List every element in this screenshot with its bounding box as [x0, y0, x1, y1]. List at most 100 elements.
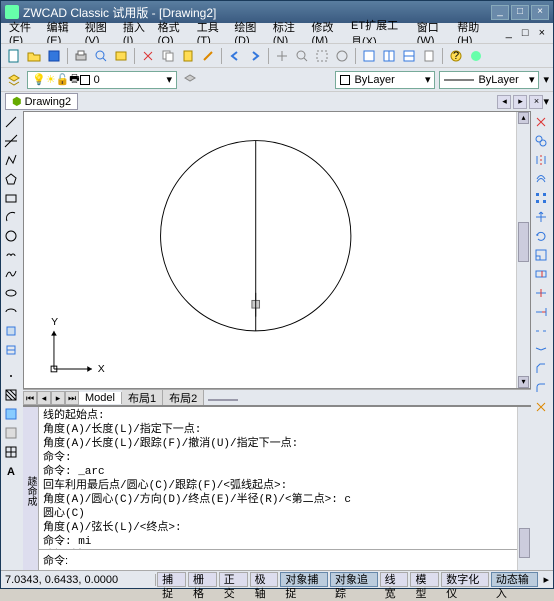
- status-dyn[interactable]: 动态输入: [491, 572, 539, 587]
- layout-first-icon[interactable]: ⏮: [23, 391, 37, 405]
- scroll-down-icon[interactable]: ▾: [518, 376, 529, 388]
- tab-close-icon[interactable]: ×: [529, 95, 543, 109]
- status-grid[interactable]: 栅格: [188, 572, 217, 587]
- gradient-icon[interactable]: [2, 405, 20, 423]
- circle-icon[interactable]: [2, 227, 20, 245]
- zoom-icon[interactable]: [293, 47, 311, 65]
- extend-icon[interactable]: [532, 303, 550, 321]
- doc-minimize[interactable]: _: [502, 25, 516, 41]
- trim-icon[interactable]: [532, 284, 550, 302]
- drawing-canvas[interactable]: X Y: [24, 112, 516, 388]
- hatch-icon[interactable]: [2, 386, 20, 404]
- explode-icon[interactable]: [532, 398, 550, 416]
- preview-icon[interactable]: [92, 47, 110, 65]
- status-snap[interactable]: 捕捉: [157, 572, 186, 587]
- status-model[interactable]: 模型: [410, 572, 439, 587]
- open-icon[interactable]: [25, 47, 43, 65]
- layer-manager-icon[interactable]: [5, 71, 23, 89]
- close-button[interactable]: ×: [531, 5, 549, 20]
- tab-left-icon[interactable]: ◂: [497, 95, 511, 109]
- table-icon[interactable]: [2, 443, 20, 461]
- paste-icon[interactable]: [179, 47, 197, 65]
- copy-obj-icon[interactable]: [532, 132, 550, 150]
- calc-icon[interactable]: [420, 47, 438, 65]
- layer-dropdown[interactable]: 💡☀🔓🖶 0 ▾: [27, 71, 177, 89]
- layout-tab-layout2[interactable]: 布局2: [163, 390, 204, 406]
- doc-restore[interactable]: □: [518, 25, 533, 41]
- linetype-dropdown[interactable]: ByLayer ▾: [439, 71, 539, 89]
- scroll-thumb[interactable]: [518, 222, 529, 262]
- status-osnap[interactable]: 对象捕捉: [280, 572, 328, 587]
- rotate-icon[interactable]: [532, 227, 550, 245]
- props-icon[interactable]: [360, 47, 378, 65]
- break-icon[interactable]: [532, 322, 550, 340]
- ellipsearc-icon[interactable]: [2, 303, 20, 321]
- status-polar[interactable]: 极轴: [250, 572, 279, 587]
- minimize-button[interactable]: _: [491, 5, 509, 20]
- layout-last-icon[interactable]: ⏭: [65, 391, 79, 405]
- cmd-vscroll[interactable]: [517, 407, 531, 570]
- revcloud-icon[interactable]: [2, 246, 20, 264]
- spline-icon[interactable]: [2, 265, 20, 283]
- status-tablet[interactable]: 数字化仪: [441, 572, 489, 587]
- line-icon[interactable]: [2, 113, 20, 131]
- status-lwt[interactable]: 线宽: [380, 572, 409, 587]
- stretch-icon[interactable]: [532, 265, 550, 283]
- save-icon[interactable]: [45, 47, 63, 65]
- pan-icon[interactable]: [273, 47, 291, 65]
- xline-icon[interactable]: [2, 132, 20, 150]
- cut-icon[interactable]: [139, 47, 157, 65]
- chamfer-icon[interactable]: [532, 360, 550, 378]
- join-icon[interactable]: [532, 341, 550, 359]
- redo-icon[interactable]: [246, 47, 264, 65]
- help-icon[interactable]: ?: [447, 47, 465, 65]
- cmd-handle[interactable]: 䞽命成: [23, 407, 39, 570]
- doc-close[interactable]: ×: [535, 25, 549, 41]
- pline-icon[interactable]: [2, 151, 20, 169]
- arc-icon[interactable]: [2, 208, 20, 226]
- layout-prev-icon[interactable]: ◂: [37, 391, 51, 405]
- scroll-up-icon[interactable]: ▴: [518, 112, 529, 124]
- mirror-icon[interactable]: [532, 151, 550, 169]
- ellipse-icon[interactable]: [2, 284, 20, 302]
- layout-tab-layout1[interactable]: 布局1: [122, 390, 163, 406]
- status-coordinates[interactable]: 7.0343, 0.6433, 0.0000: [1, 574, 156, 586]
- erase-icon[interactable]: [532, 113, 550, 131]
- print-icon[interactable]: [72, 47, 90, 65]
- status-tray-icon[interactable]: ▸: [539, 573, 553, 586]
- command-input[interactable]: [72, 552, 513, 568]
- undo-icon[interactable]: [226, 47, 244, 65]
- scale-icon[interactable]: [532, 246, 550, 264]
- maximize-button[interactable]: □: [511, 5, 529, 20]
- fillet-icon[interactable]: [532, 379, 550, 397]
- copy-icon[interactable]: [159, 47, 177, 65]
- layout-next-icon[interactable]: ▸: [51, 391, 65, 405]
- publish-icon[interactable]: [112, 47, 130, 65]
- region-icon[interactable]: [2, 424, 20, 442]
- layout-tab-model[interactable]: Model: [79, 392, 122, 404]
- zoomprev-icon[interactable]: [333, 47, 351, 65]
- move-icon[interactable]: [532, 208, 550, 226]
- rectangle-icon[interactable]: [2, 189, 20, 207]
- color-dropdown[interactable]: ByLayer ▾: [335, 71, 435, 89]
- zoomwin-icon[interactable]: [313, 47, 331, 65]
- layer-prev-icon[interactable]: [181, 71, 199, 89]
- toolpal-icon[interactable]: [400, 47, 418, 65]
- insert-icon[interactable]: [2, 322, 20, 340]
- status-otrack[interactable]: 对象追踪: [330, 572, 378, 587]
- canvas-vscroll[interactable]: ▴ ▾: [516, 112, 530, 388]
- dc-icon[interactable]: [380, 47, 398, 65]
- new-icon[interactable]: [5, 47, 23, 65]
- command-history[interactable]: 线的起始点: 角度(A)/长度(L)/指定下一点: 角度(A)/长度(L)/跟踪…: [39, 407, 517, 549]
- mtext-icon[interactable]: A: [2, 462, 20, 480]
- offset-icon[interactable]: [532, 170, 550, 188]
- doc-tab-drawing2[interactable]: ⬢ Drawing2: [5, 93, 78, 110]
- matchprop-icon[interactable]: [199, 47, 217, 65]
- block-icon[interactable]: [2, 341, 20, 359]
- tab-right-icon[interactable]: ▸: [513, 95, 527, 109]
- polygon-icon[interactable]: [2, 170, 20, 188]
- status-ortho[interactable]: 正交: [219, 572, 248, 587]
- about-icon[interactable]: [467, 47, 485, 65]
- point-icon[interactable]: [2, 367, 20, 385]
- array-icon[interactable]: [532, 189, 550, 207]
